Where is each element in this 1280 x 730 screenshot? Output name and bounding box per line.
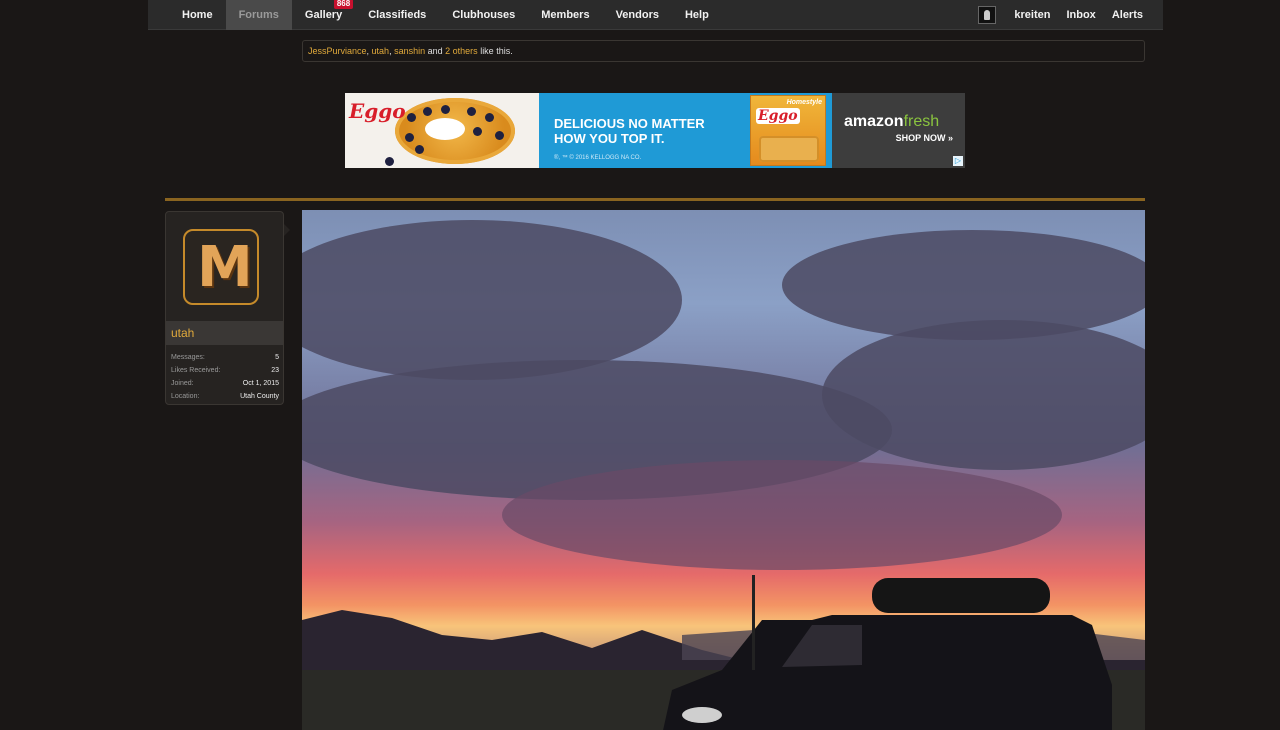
gallery-count-badge: 868 xyxy=(333,0,354,9)
berry xyxy=(495,131,504,140)
product-box-label: Homestyle xyxy=(786,99,822,106)
top-navigation: Home Forums Gallery 868 Classifieds Clubh… xyxy=(148,0,1163,30)
product-box-waffle xyxy=(759,136,819,162)
fresh-logo-text: fresh xyxy=(903,113,940,130)
tab-home[interactable]: Home xyxy=(169,0,226,30)
stat-row: Likes Received: 23 xyxy=(171,364,279,377)
account-username-link[interactable]: kreiten xyxy=(1006,0,1058,30)
post-photo-sunset[interactable] xyxy=(302,210,1145,730)
stat-key: Likes Received: xyxy=(171,367,221,374)
author-username[interactable]: utah xyxy=(166,321,283,345)
ad-waffle-image: Eggo xyxy=(345,93,539,168)
ad-fine-print: ®, ™ © 2016 KELLOGG NA CO. xyxy=(554,155,642,161)
tab-classifieds[interactable]: Classifieds xyxy=(355,0,439,30)
tab-home-label: Home xyxy=(182,9,213,21)
berry xyxy=(385,157,394,166)
nav-tabs: Home Forums Gallery 868 Classifieds Clubh… xyxy=(169,0,722,30)
tab-gallery-label: Gallery xyxy=(304,9,343,21)
liker-link[interactable]: utah xyxy=(372,46,390,56)
product-box-logo: Eggo xyxy=(756,108,800,124)
suv-silhouette xyxy=(663,575,1112,730)
likes-and-text: and xyxy=(425,46,446,56)
tab-help-label: Help xyxy=(684,9,709,21)
ad-headline: DELICIOUS NO MATTER HOW YOU TOP IT. xyxy=(554,116,705,146)
ad-product-box: Homestyle Eggo xyxy=(742,93,832,168)
liker-link[interactable]: JessPurviance xyxy=(308,46,367,56)
cream-illustration xyxy=(425,118,465,140)
alerts-link[interactable]: Alerts xyxy=(1104,0,1163,30)
ad-headline-line: DELICIOUS NO MATTER xyxy=(554,116,705,131)
tab-forums[interactable]: Forums xyxy=(225,0,292,30)
tab-gallery[interactable]: Gallery 868 xyxy=(292,0,355,30)
shop-now-link[interactable]: SHOP NOW » xyxy=(896,133,953,143)
tab-vendors[interactable]: Vendors xyxy=(603,0,672,30)
tab-members-label: Members xyxy=(541,9,590,21)
stat-row: Location: Utah County xyxy=(171,390,279,403)
berry xyxy=(415,145,424,154)
post-divider xyxy=(165,198,1145,201)
tab-members[interactable]: Members xyxy=(528,0,602,30)
tab-clubhouses-label: Clubhouses xyxy=(452,9,516,21)
advertisement-banner[interactable]: Eggo DELICIOUS NO MATTER HOW YOU TOP IT.… xyxy=(345,93,965,168)
message-author-card: M utah Messages: 5 Likes Received: 23 Join… xyxy=(165,211,290,405)
stat-value: Utah County xyxy=(240,393,279,400)
stat-key: Messages: xyxy=(171,354,205,361)
stat-key: Joined: xyxy=(171,380,194,387)
berry xyxy=(467,107,476,116)
amazon-logo-text: amazon xyxy=(844,113,904,130)
account-nav: kreiten Inbox Alerts xyxy=(978,0,1163,30)
ad-headline-line: HOW YOU TOP IT. xyxy=(554,131,665,146)
stat-key: Location: xyxy=(171,393,200,400)
likes-suffix-text: like this. xyxy=(477,46,513,56)
berry xyxy=(441,105,450,114)
liker-link[interactable]: sanshin xyxy=(394,46,425,56)
cloud xyxy=(302,220,682,380)
user-avatar-icon[interactable] xyxy=(978,6,997,24)
amazon-fresh-logo: amazonfresh xyxy=(844,113,939,131)
tab-vendors-label: Vendors xyxy=(615,9,659,21)
cloud xyxy=(502,460,1062,570)
stat-row: Messages: 5 xyxy=(171,351,279,364)
stat-value[interactable]: 5 xyxy=(275,351,279,364)
berry xyxy=(405,133,414,142)
berry xyxy=(407,113,416,122)
tab-help[interactable]: Help xyxy=(672,0,722,30)
berry xyxy=(423,107,432,116)
tab-clubhouses[interactable]: Clubhouses xyxy=(439,0,528,30)
adchoices-icon[interactable]: ▷ xyxy=(953,156,963,166)
stat-row: Joined: Oct 1, 2015 xyxy=(171,377,279,390)
author-stats: Messages: 5 Likes Received: 23 Joined: Oct … xyxy=(171,351,279,403)
stat-value: Oct 1, 2015 xyxy=(242,380,279,387)
tab-forums-label: Forums xyxy=(238,9,279,21)
berry xyxy=(485,113,494,122)
stat-value: 23 xyxy=(271,367,279,374)
likes-others-link[interactable]: 2 others xyxy=(445,46,478,56)
inbox-link[interactable]: Inbox xyxy=(1058,0,1103,30)
ad-amazon-panel: amazonfresh SHOP NOW » ▷ xyxy=(832,93,965,168)
eggo-logo: Eggo xyxy=(349,99,406,123)
berry xyxy=(473,127,482,136)
author-avatar[interactable]: M xyxy=(183,229,259,305)
likes-summary: JessPurviance, utah, sanshin and 2 other… xyxy=(302,40,1145,62)
product-box-image: Homestyle Eggo xyxy=(750,95,826,166)
ad-headline-panel: DELICIOUS NO MATTER HOW YOU TOP IT. ®, ™… xyxy=(539,93,742,168)
m-logo-icon: M xyxy=(197,235,253,300)
tab-classifieds-label: Classifieds xyxy=(368,9,427,21)
